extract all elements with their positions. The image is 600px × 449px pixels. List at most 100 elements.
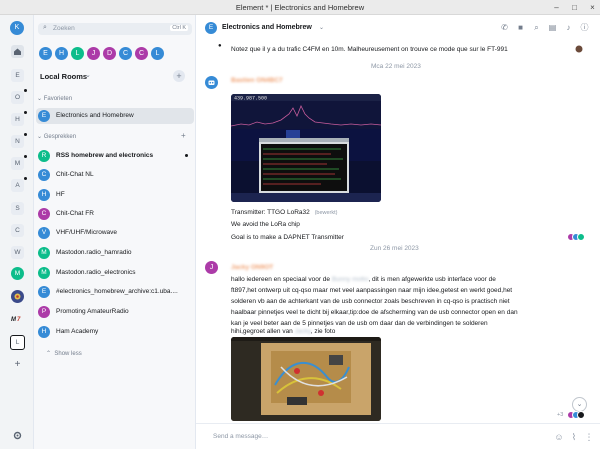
space-globe-icon[interactable] [11, 290, 24, 303]
space-o[interactable]: O [11, 89, 27, 104]
space-e[interactable]: E [11, 69, 24, 82]
attachment-icon[interactable]: ⌇ [569, 432, 579, 442]
window-titlebar: Element * | Electronics and Homebrew – □… [0, 0, 600, 15]
search-input[interactable]: ⌕ Zoeken Ctrl K [38, 23, 192, 35]
edited-label[interactable]: (bewerkt) [315, 210, 338, 216]
search-icon[interactable]: ⌕ [532, 23, 541, 32]
chevron-down-icon[interactable]: ⌄ [85, 71, 91, 79]
message-body: kan je veel beter aan de 5 pinnetjes van… [231, 320, 488, 327]
space-m2[interactable]: M [11, 267, 24, 280]
person-avatar[interactable]: H [55, 47, 68, 60]
minimize-button[interactable]: – [551, 2, 562, 13]
voice-call-icon[interactable]: ✆ [500, 23, 509, 32]
sender-avatar[interactable]: J [205, 261, 218, 274]
home-icon[interactable] [11, 45, 24, 58]
space-m[interactable]: M [11, 155, 27, 170]
notifications-icon[interactable]: ♪ [564, 23, 573, 32]
room-avatar: M [38, 247, 50, 259]
room-name: Chit-Chat FR [56, 210, 94, 217]
room-item[interactable]: M Mastodon.radio_hamradio [36, 245, 194, 261]
room-item[interactable]: P Promoting AmateurRadio [36, 304, 194, 320]
room-name: VHF/UHF/Microwave [56, 229, 118, 236]
room-item[interactable]: H Ham Academy [36, 324, 194, 340]
room-avatar: H [38, 189, 50, 201]
message-body: Goal is to make a DAPNET Transmitter [231, 234, 344, 241]
user-avatar[interactable]: K [10, 21, 24, 35]
frequency-readout: 439.987.500 [234, 96, 267, 102]
add-space-button[interactable]: + [11, 358, 24, 371]
maximize-button[interactable]: □ [569, 2, 580, 13]
space-s[interactable]: S [11, 202, 24, 215]
person-avatar[interactable]: J [87, 47, 100, 60]
settings-icon[interactable] [11, 429, 24, 442]
room-info-icon[interactable]: ⓘ [580, 23, 589, 32]
conversations-section-header[interactable]: ⌄ Gesprekken [37, 133, 76, 140]
message-body: hallo iedereen en speciaal voor de Bunny… [231, 276, 496, 283]
person-avatar[interactable]: L [71, 47, 84, 60]
emoji-icon[interactable]: ☺ [554, 432, 564, 442]
room-item[interactable]: M Mastodon.radio_electronics [36, 265, 194, 281]
more-options-icon[interactable]: ⋮ [584, 432, 594, 442]
message-caption: Transmitter: TTGO LoRa32 (bewerkt) [231, 209, 338, 216]
add-conversation-button[interactable]: + [181, 131, 186, 140]
room-view: E Electronics and Homebrew ⌄ ✆ ■ ⌕ ▤ ♪ ⓘ… [196, 15, 600, 449]
read-receipt-avatar [577, 411, 585, 419]
room-item[interactable]: C Chit-Chat FR [36, 206, 194, 222]
room-name: Promoting AmateurRadio [56, 308, 129, 315]
read-receipts[interactable] [567, 233, 589, 243]
read-receipt-avatar[interactable] [575, 45, 583, 53]
favorites-section-header[interactable]: ⌄ Favorieten [37, 95, 72, 102]
search-shortcut: Ctrl K [170, 25, 188, 31]
person-avatar[interactable]: C [119, 47, 132, 60]
add-room-button[interactable]: + [173, 70, 185, 82]
message-body: hihi,gegroet allen van Jacky, zie foto [231, 328, 336, 335]
room-list-title[interactable]: Local Rooms [40, 72, 87, 81]
message-body: solderen vb aan de achterkant van de usb… [231, 298, 510, 305]
room-name: Mastodon.radio_electronics [56, 269, 136, 276]
room-item[interactable]: H HF [36, 187, 194, 203]
room-avatar: C [38, 208, 50, 220]
room-header-name[interactable]: Electronics and Homebrew [222, 24, 312, 31]
jump-to-bottom-button[interactable]: ⌄ [572, 397, 587, 412]
space-a[interactable]: A [11, 177, 27, 192]
room-item[interactable]: C Chit-Chat NL [36, 167, 194, 183]
usb-interface-photo[interactable] [231, 337, 381, 421]
room-header-avatar[interactable]: E [205, 22, 217, 34]
room-avatar: C [38, 169, 50, 181]
space-c[interactable]: C [11, 224, 24, 237]
message-input[interactable]: Send a message… [213, 433, 268, 440]
person-avatar[interactable]: L [151, 47, 164, 60]
space-rail: K E O H N M A S C W M M7 L + [0, 15, 34, 449]
sender-name[interactable]: Jacky ON9OT [231, 264, 273, 271]
room-item[interactable]: E #electronics_homebrew_archive:c1.uba..… [36, 284, 194, 300]
person-avatar[interactable]: D [103, 47, 116, 60]
space-n[interactable]: N [11, 133, 27, 148]
chevron-down-icon[interactable]: ⌄ [319, 24, 324, 31]
room-name: Chit-Chat NL [56, 171, 94, 178]
close-button[interactable]: × [587, 2, 598, 13]
video-call-icon[interactable]: ■ [516, 23, 525, 32]
room-name: Mastodon.radio_hamradio [56, 249, 132, 256]
space-w[interactable]: W [11, 246, 24, 259]
message-avatar-partial: ● [218, 43, 222, 49]
room-item[interactable]: V VHF/UHF/Microwave [36, 225, 194, 241]
person-avatar[interactable]: C [135, 47, 148, 60]
sender-name[interactable]: Bastien ON4BC7 [231, 77, 283, 84]
message-body: Notez que il y a du trafic C4FM en 10m. … [231, 46, 508, 53]
room-avatar: E [38, 110, 50, 122]
threads-icon[interactable]: ▤ [548, 23, 557, 32]
person-avatar[interactable]: E [39, 47, 52, 60]
read-receipts-count[interactable]: +3 [557, 412, 563, 418]
show-less-button[interactable]: ⌃ Show less [46, 350, 82, 357]
svg-text:7: 7 [17, 317, 21, 323]
space-logo-icon[interactable]: M7 [11, 312, 24, 325]
search-icon: ⌕ [43, 24, 47, 31]
read-receipts[interactable] [567, 411, 589, 421]
space-l-selected[interactable]: L [10, 335, 25, 350]
space-h[interactable]: H [11, 111, 27, 126]
room-item-electronics-homebrew[interactable]: E Electronics and Homebrew [36, 108, 194, 124]
room-item[interactable]: R RSS homebrew and electronics [36, 148, 194, 164]
bot-avatar-icon[interactable] [205, 76, 218, 89]
message-composer[interactable]: Send a message… ☺ ⌇ ⋮ [196, 423, 600, 449]
sdr-screenshot-image[interactable]: 439.987.500 [231, 94, 381, 202]
